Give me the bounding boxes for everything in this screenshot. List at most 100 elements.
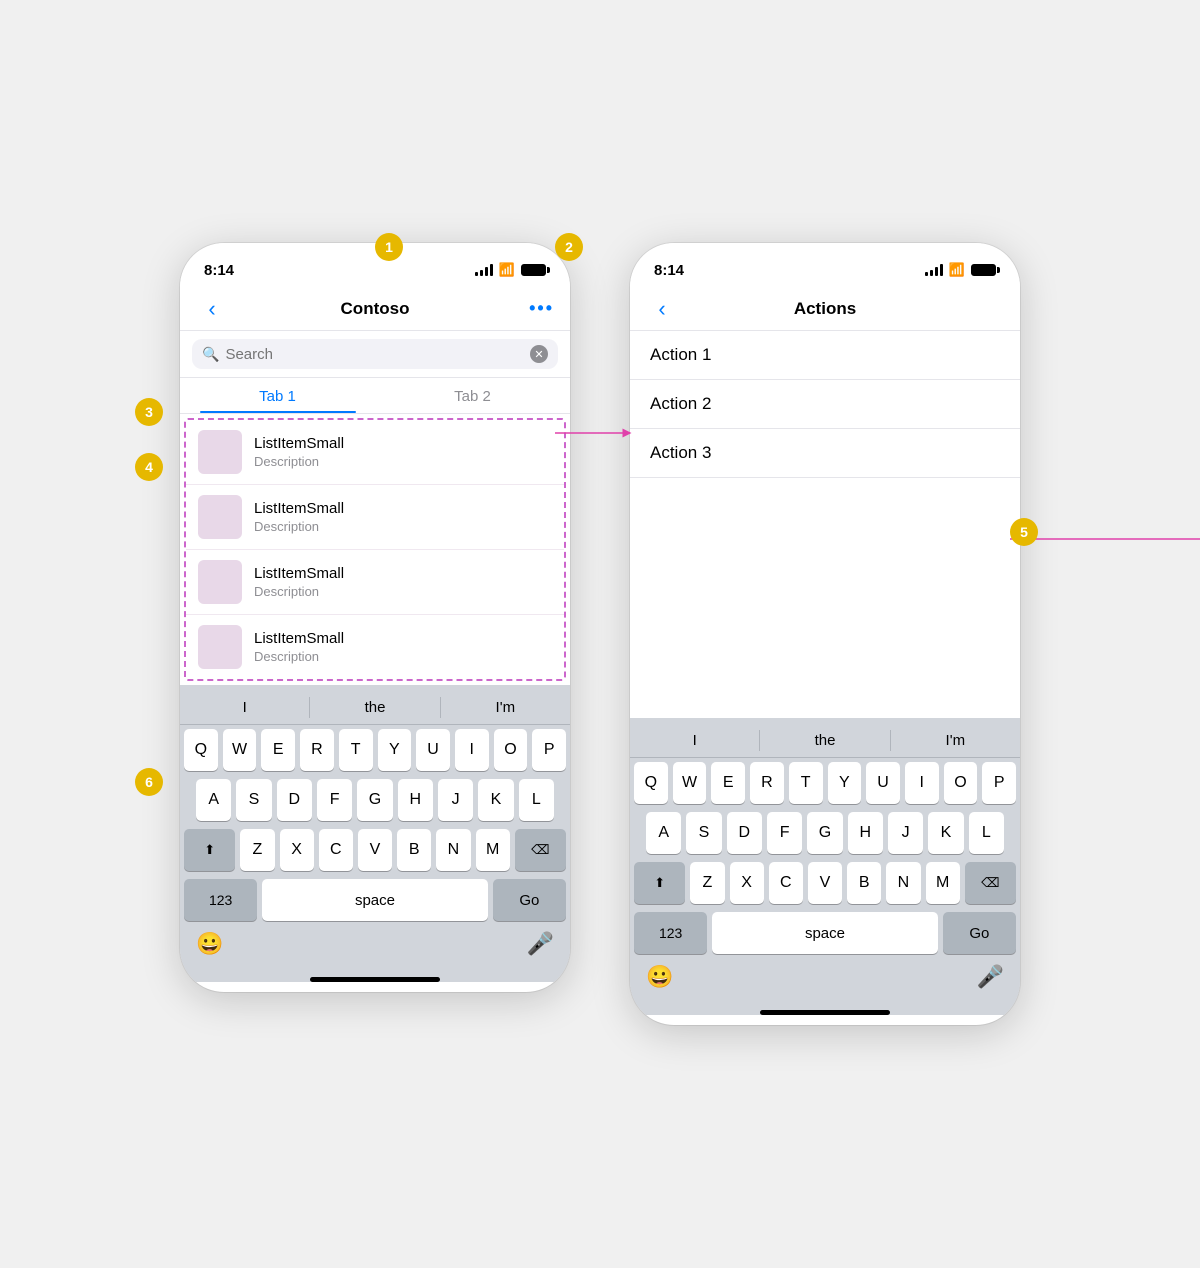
key-b-r[interactable]: B (847, 862, 881, 904)
key-x[interactable]: X (280, 829, 314, 871)
key-n-r[interactable]: N (886, 862, 920, 904)
key-backspace[interactable]: ⌫ (515, 829, 566, 871)
key-e[interactable]: E (261, 729, 295, 771)
list-item-desc-4: Description (254, 649, 552, 664)
list-item-1[interactable]: ListItemSmall Description (186, 420, 564, 485)
key-v-r[interactable]: V (808, 862, 842, 904)
key-c[interactable]: C (319, 829, 353, 871)
key-g[interactable]: G (357, 779, 392, 821)
key-q[interactable]: Q (184, 729, 218, 771)
suggestion-i-left[interactable]: I (180, 697, 310, 718)
key-h[interactable]: H (398, 779, 433, 821)
key-a[interactable]: A (196, 779, 231, 821)
key-h-r[interactable]: H (848, 812, 883, 854)
key-123-r[interactable]: 123 (634, 912, 707, 954)
key-space[interactable]: space (262, 879, 487, 921)
key-r-r[interactable]: R (750, 762, 784, 804)
suggestion-the-right[interactable]: the (760, 730, 890, 751)
tab-2[interactable]: Tab 2 (375, 378, 570, 413)
key-space-r[interactable]: space (712, 912, 937, 954)
key-c-r[interactable]: C (769, 862, 803, 904)
action2-connector (1010, 529, 1200, 549)
list-item-4[interactable]: ListItemSmall Description (186, 615, 564, 679)
signal-icon (475, 264, 493, 276)
key-a-r[interactable]: A (646, 812, 681, 854)
key-g-r[interactable]: G (807, 812, 842, 854)
key-d-r[interactable]: D (727, 812, 762, 854)
key-d[interactable]: D (277, 779, 312, 821)
key-k-r[interactable]: K (928, 812, 963, 854)
search-clear-button[interactable]: ✕ (530, 345, 548, 363)
key-i-r[interactable]: I (905, 762, 939, 804)
key-j[interactable]: J (438, 779, 473, 821)
key-y-r[interactable]: Y (828, 762, 862, 804)
key-r[interactable]: R (300, 729, 334, 771)
key-z-r[interactable]: Z (690, 862, 724, 904)
key-v[interactable]: V (358, 829, 392, 871)
key-go-r[interactable]: Go (943, 912, 1016, 954)
action-item-1[interactable]: Action 1 (630, 331, 1020, 380)
key-f-r[interactable]: F (767, 812, 802, 854)
key-x-r[interactable]: X (730, 862, 764, 904)
emoji-icon-left[interactable]: 😀 (196, 931, 223, 957)
action-item-3[interactable]: Action 3 (630, 429, 1020, 478)
key-f[interactable]: F (317, 779, 352, 821)
key-n[interactable]: N (436, 829, 470, 871)
key-m[interactable]: M (476, 829, 510, 871)
key-s[interactable]: S (236, 779, 271, 821)
key-t-r[interactable]: T (789, 762, 823, 804)
key-l[interactable]: L (519, 779, 554, 821)
key-u-r[interactable]: U (866, 762, 900, 804)
list-item-3[interactable]: ListItemSmall Description (186, 550, 564, 615)
search-icon: 🔍 (202, 346, 219, 363)
key-backspace-r[interactable]: ⌫ (965, 862, 1016, 904)
key-z[interactable]: Z (240, 829, 274, 871)
home-indicator-right (760, 1010, 890, 1015)
key-o-r[interactable]: O (944, 762, 978, 804)
key-123[interactable]: 123 (184, 879, 257, 921)
key-p[interactable]: P (532, 729, 566, 771)
key-m-r[interactable]: M (926, 862, 960, 904)
key-u[interactable]: U (416, 729, 450, 771)
mic-icon-right[interactable]: 🎤 (977, 964, 1004, 990)
key-w[interactable]: W (223, 729, 257, 771)
badge-6: 6 (135, 768, 163, 796)
key-q-r[interactable]: Q (634, 762, 668, 804)
back-button-right[interactable]: ‹ (646, 296, 678, 322)
tab-1[interactable]: Tab 1 (180, 378, 375, 413)
emoji-icon-right[interactable]: 😀 (646, 964, 673, 990)
action-item-2[interactable]: Action 2 (630, 380, 1020, 429)
key-p-r[interactable]: P (982, 762, 1016, 804)
key-t[interactable]: T (339, 729, 373, 771)
search-bar: 🔍 ✕ (180, 331, 570, 378)
key-shift-r[interactable]: ⬆ (634, 862, 685, 904)
key-o[interactable]: O (494, 729, 528, 771)
key-shift[interactable]: ⬆ (184, 829, 235, 871)
key-y[interactable]: Y (378, 729, 412, 771)
search-input[interactable] (225, 346, 524, 363)
back-button-left[interactable]: ‹ (196, 296, 228, 322)
suggestion-i-right[interactable]: I (630, 730, 760, 751)
wifi-icon: 📶 (499, 262, 515, 278)
phone-right: 8:14 📶 ‹ Actions Action 1 Action 2 (630, 243, 1020, 1025)
more-button[interactable]: ••• (522, 298, 554, 319)
key-l-r[interactable]: L (969, 812, 1004, 854)
key-b[interactable]: B (397, 829, 431, 871)
key-i[interactable]: I (455, 729, 489, 771)
key-k[interactable]: K (478, 779, 513, 821)
list-item-desc-3: Description (254, 584, 552, 599)
badge-3: 3 (135, 398, 163, 426)
key-s-r[interactable]: S (686, 812, 721, 854)
suggestion-im-right[interactable]: I'm (891, 730, 1020, 751)
suggestion-the-left[interactable]: the (310, 697, 440, 718)
suggestion-im-left[interactable]: I'm (441, 697, 570, 718)
key-w-r[interactable]: W (673, 762, 707, 804)
list-item-2[interactable]: ListItemSmall Description (186, 485, 564, 550)
list-item-title-4: ListItemSmall (254, 630, 552, 647)
keyboard-right: I the I'm Q W E R T Y U I O P A (630, 718, 1020, 1015)
key-e-r[interactable]: E (711, 762, 745, 804)
mic-icon-left[interactable]: 🎤 (527, 931, 554, 957)
key-go[interactable]: Go (493, 879, 566, 921)
key-j-r[interactable]: J (888, 812, 923, 854)
list-text-4: ListItemSmall Description (254, 630, 552, 664)
